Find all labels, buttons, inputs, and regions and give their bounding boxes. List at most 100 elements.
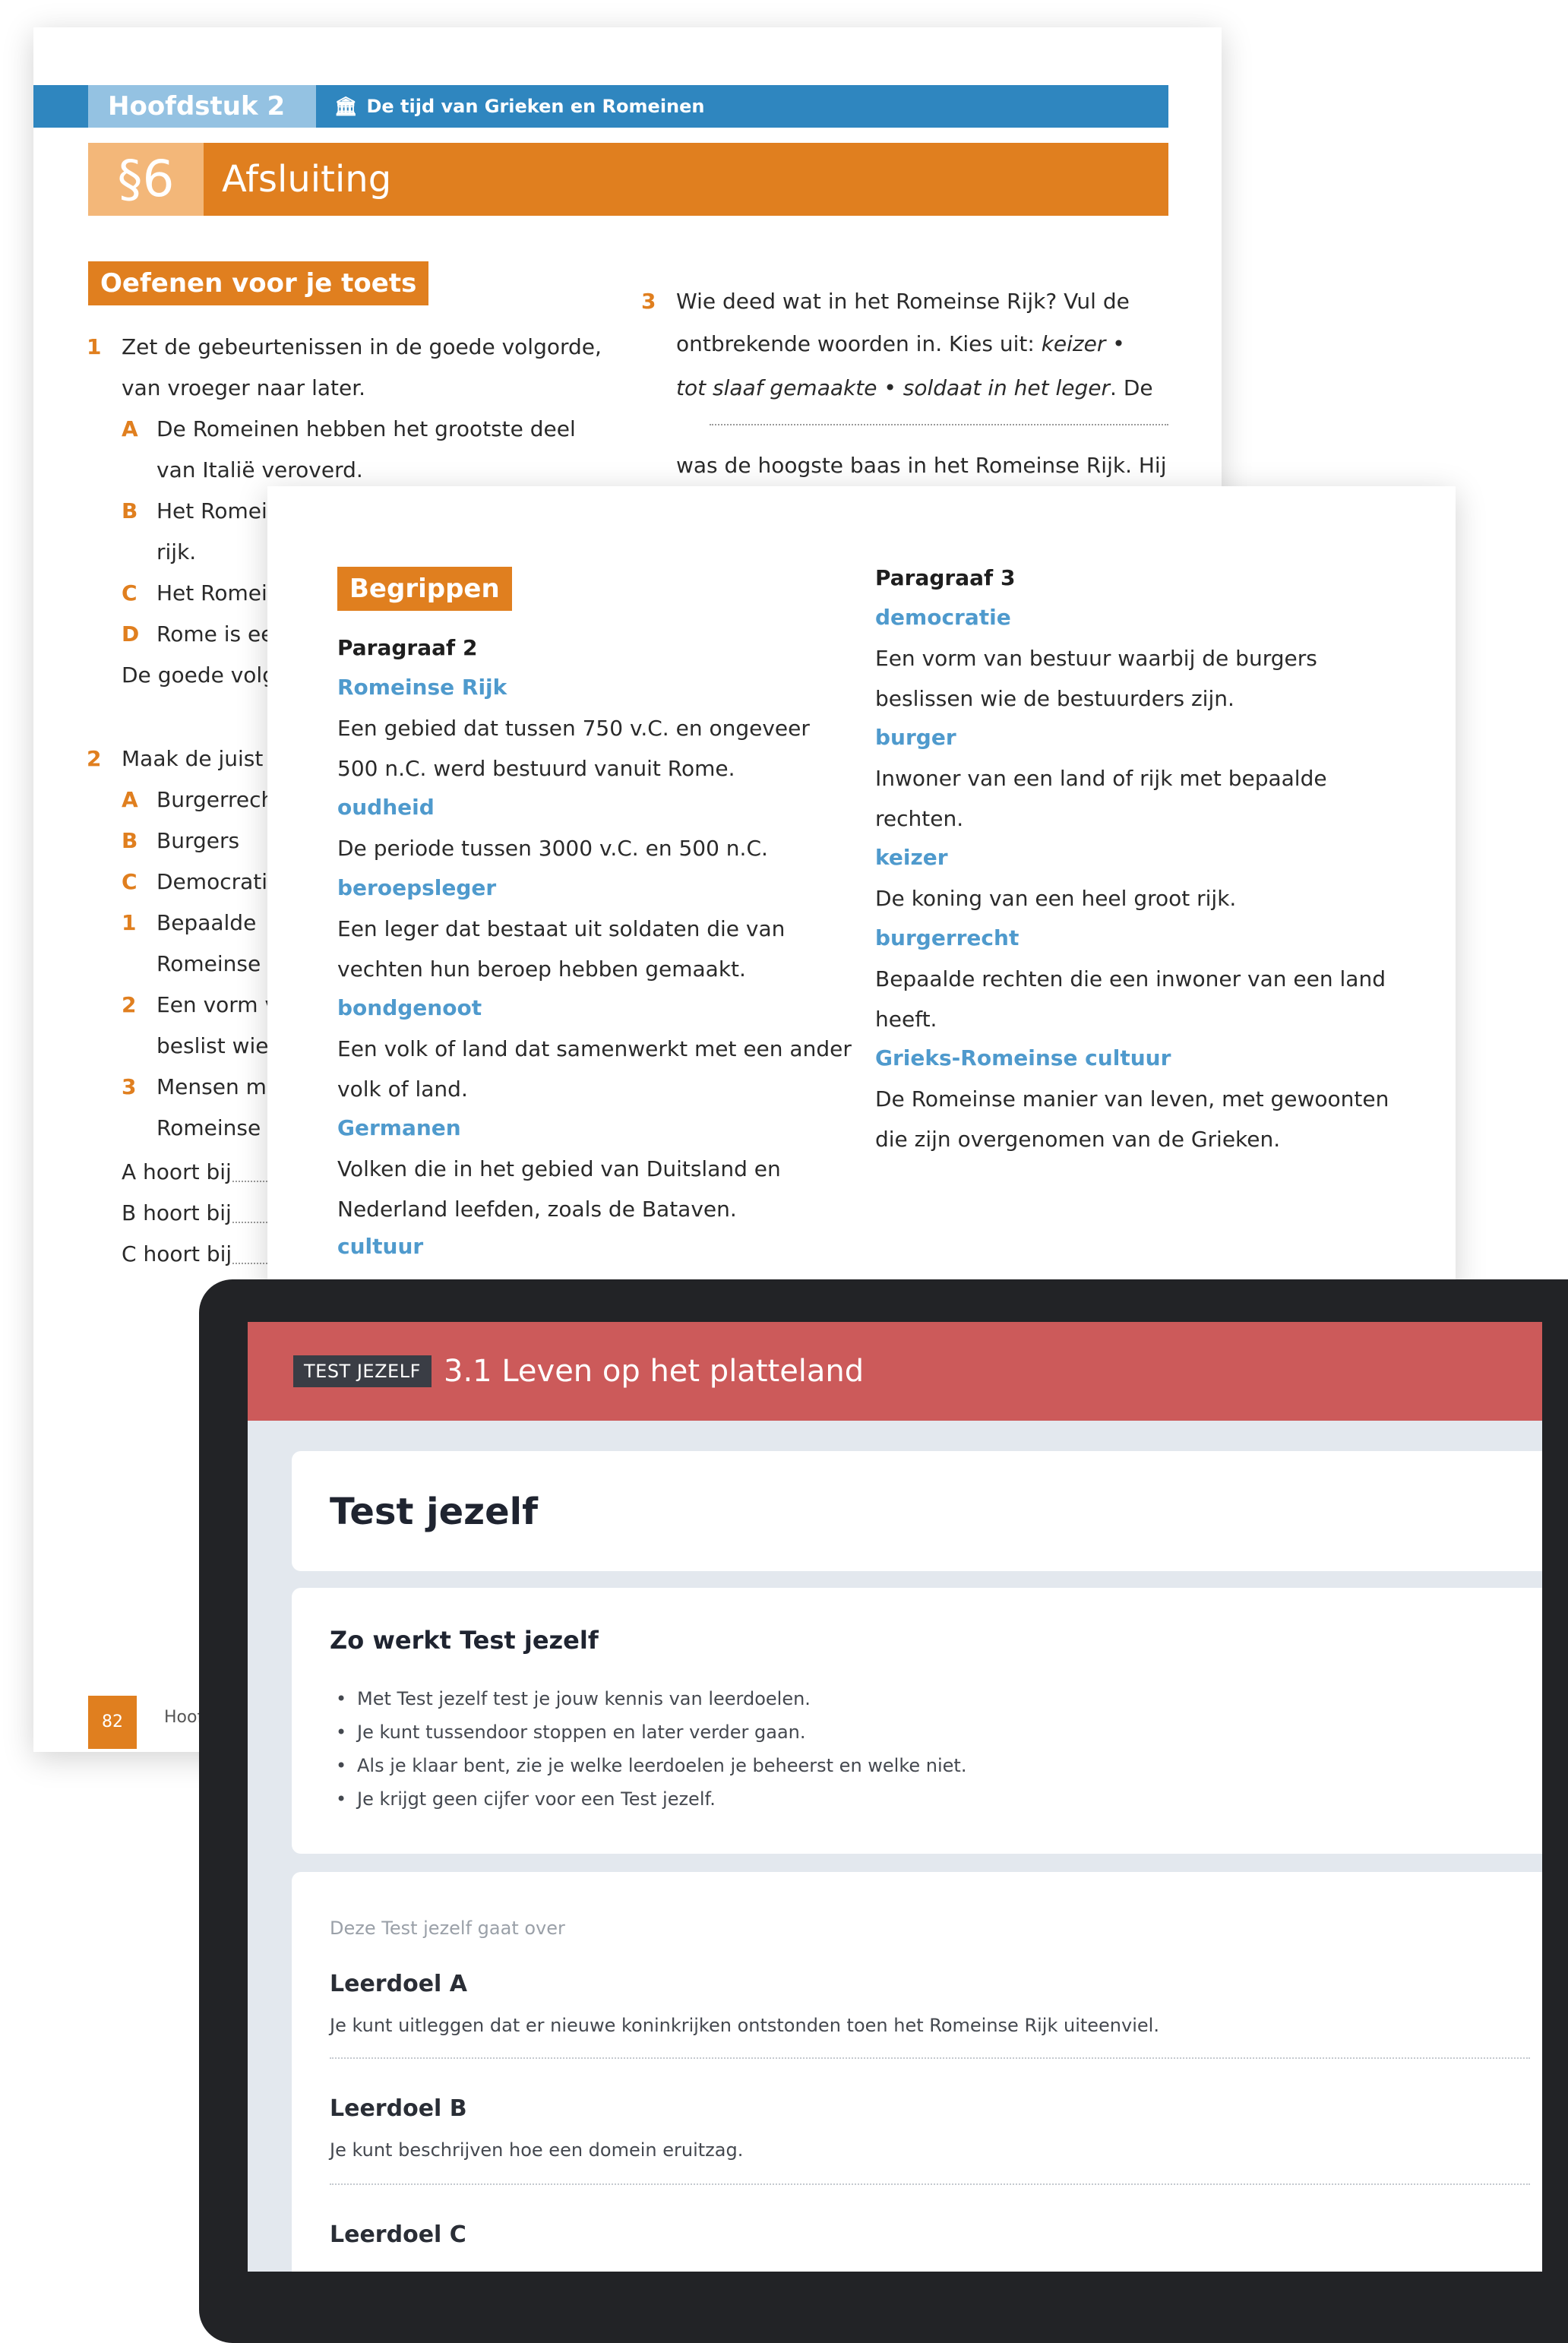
separator bbox=[330, 2183, 1530, 2185]
def-burgerrecht-2: heeft. bbox=[875, 1007, 937, 1032]
q1-option-c: Het Romei bbox=[156, 580, 267, 606]
q2-option-b: Burgers bbox=[156, 828, 240, 853]
q3-line1: Wie deed wat in het Romeinse Rijk? Vul d… bbox=[676, 289, 1130, 314]
def-grieks-romeinse-cultuur-1: De Romeinse manier van leven, met gewoon… bbox=[875, 1086, 1389, 1111]
term-bondgenoot: bondgenoot bbox=[337, 995, 482, 1020]
term-cultuur: cultuur bbox=[337, 1234, 424, 1259]
q2-num-2: 2 bbox=[122, 992, 137, 1017]
q3-line2: ontbrekende woorden in. Kies uit: keizer… bbox=[676, 324, 1125, 365]
leerdoel-b-title: Leerdoel B bbox=[330, 2095, 467, 2122]
def-democratie-2: beslissen wie de bestuurders zijn. bbox=[875, 686, 1234, 711]
term-oudheid: oudheid bbox=[337, 795, 435, 820]
q1-option-a-line2: van Italië veroverd. bbox=[156, 457, 363, 482]
q1-option-b-line1: Het Romei bbox=[156, 498, 267, 523]
def-keizer: De koning van een heel groot rijk. bbox=[875, 886, 1237, 911]
q1-letter-b: B bbox=[122, 498, 138, 523]
q1-letter-d: D bbox=[122, 621, 140, 647]
how-it-works-bullet-2: Je kunt tussendoor stoppen en later verd… bbox=[336, 1722, 806, 1743]
q1-line2: van vroeger naar later. bbox=[122, 375, 366, 400]
q2-letter-c: C bbox=[122, 869, 138, 894]
learning-goals-intro: Deze Test jezelf gaat over bbox=[330, 1918, 565, 1939]
term-grieks-romeinse-cultuur: Grieks-Romeinse cultuur bbox=[875, 1045, 1171, 1070]
q3-fill-line[interactable] bbox=[710, 424, 1168, 425]
def-burger-1: Inwoner van een land of rijk met bepaald… bbox=[875, 766, 1327, 791]
q2-num-3: 3 bbox=[122, 1074, 137, 1099]
leerdoel-a-title: Leerdoel A bbox=[330, 1971, 467, 1997]
q2-item-1-line1: Bepaalde bbox=[156, 910, 257, 935]
separator bbox=[330, 2057, 1530, 2059]
page-number: 82 bbox=[88, 1696, 137, 1749]
paragraaf-2-heading: Paragraaf 2 bbox=[337, 635, 478, 660]
term-burger: burger bbox=[875, 725, 956, 750]
q2-answer-a-line[interactable] bbox=[232, 1181, 267, 1182]
q2-option-c: Democrati bbox=[156, 869, 268, 894]
q2-num-1: 1 bbox=[122, 910, 137, 935]
how-it-works-card: Zo werkt Test jezelf Met Test jezelf tes… bbox=[292, 1588, 1542, 1854]
paragraaf-3-heading: Paragraaf 3 bbox=[875, 565, 1016, 590]
q1-answer: De goede volg bbox=[122, 662, 276, 688]
q3-bullet-1: • bbox=[1105, 331, 1125, 356]
def-burgerrecht-1: Bepaalde rechten die een inwoner van een… bbox=[875, 966, 1386, 991]
def-bondgenoot-1: Een volk of land dat samenwerkt met een … bbox=[337, 1036, 852, 1061]
q2-line1: Maak de juist bbox=[122, 746, 264, 771]
q1-line1: Zet de gebeurtenissen in de goede volgor… bbox=[122, 334, 602, 359]
term-democratie: democratie bbox=[875, 605, 1011, 630]
page-footer: Hoof bbox=[164, 1708, 204, 1727]
term-romeinse-rijk: Romeinse Rijk bbox=[337, 675, 507, 700]
q3-choice-keizer: keizer bbox=[1041, 331, 1106, 356]
def-beroepsleger-1: Een leger dat bestaat uit soldaten die v… bbox=[337, 916, 786, 941]
q2-number: 2 bbox=[87, 746, 102, 771]
section-banner: §6 Afsluiting bbox=[88, 143, 1168, 216]
section-title: Afsluiting bbox=[222, 158, 392, 201]
chapter-title: 🏛 De tijd van Grieken en Romeinen bbox=[334, 85, 705, 128]
begrippen-tag: Begrippen bbox=[337, 567, 512, 611]
term-keizer: keizer bbox=[875, 845, 948, 870]
textbook-page-2: Begrippen Paragraaf 2 Romeinse Rijk Een … bbox=[267, 486, 1456, 1292]
q1-option-d: Rome is ee bbox=[156, 621, 274, 647]
temple-icon: 🏛 bbox=[334, 96, 358, 117]
q2-item-3-line2: Romeinse bbox=[156, 1115, 261, 1140]
q3-number: 3 bbox=[641, 289, 656, 314]
q2-answer-c: C hoort bij bbox=[122, 1241, 232, 1266]
how-it-works-bullet-1: Met Test jezelf test je jouw kennis van … bbox=[336, 1688, 811, 1709]
q1-letter-c: C bbox=[122, 580, 138, 606]
how-it-works-bullet-3: Als je klaar bent, zie je welke leerdoel… bbox=[336, 1755, 966, 1776]
test-jezelf-badge: TEST JEZELF bbox=[293, 1355, 432, 1387]
term-beroepsleger: beroepsleger bbox=[337, 875, 497, 900]
q2-answer-c-line[interactable] bbox=[232, 1263, 267, 1264]
q1-option-a-line1: De Romeinen hebben het grootste deel bbox=[156, 416, 576, 441]
chapter-title-text: De tijd van Grieken en Romeinen bbox=[366, 96, 705, 117]
q2-item-2-line2: beslist wie bbox=[156, 1033, 269, 1058]
title-card: Test jezelf bbox=[292, 1451, 1542, 1571]
term-germanen: Germanen bbox=[337, 1115, 461, 1140]
def-bondgenoot-2: volk of land. bbox=[337, 1077, 468, 1102]
q2-option-a: Burgerrech bbox=[156, 787, 275, 812]
def-grieks-romeinse-cultuur-2: die zijn overgenomen van de Grieken. bbox=[875, 1127, 1281, 1152]
def-oudheid: De periode tussen 3000 v.C. en 500 n.C. bbox=[337, 836, 768, 861]
q2-letter-a: A bbox=[122, 787, 138, 812]
def-romeinse-rijk-2: 500 n.C. werd bestuurd vanuit Rome. bbox=[337, 756, 735, 781]
q3-choice-soldaat: soldaat in het leger bbox=[903, 375, 1111, 400]
learning-goals-card: Deze Test jezelf gaat over Leerdoel A Je… bbox=[292, 1872, 1542, 2272]
q2-item-2-line1: Een vorm v bbox=[156, 992, 278, 1017]
q2-item-1-line2: Romeinse bbox=[156, 951, 261, 976]
q1-number: 1 bbox=[87, 334, 102, 359]
chapter-label: Hoofdstuk 2 bbox=[88, 85, 316, 128]
q2-answer-a: A hoort bij bbox=[122, 1159, 232, 1184]
how-it-works-title: Zo werkt Test jezelf bbox=[330, 1626, 599, 1655]
screen-header: TEST JEZELF 3.1 Leven op het platteland bbox=[248, 1322, 1542, 1421]
leerdoel-a-text: Je kunt uitleggen dat er nieuwe koninkri… bbox=[330, 2015, 1159, 2036]
q2-letter-b: B bbox=[122, 828, 138, 853]
def-germanen-2: Nederland leefden, zoals de Bataven. bbox=[337, 1197, 737, 1222]
leerdoel-c-title: Leerdoel C bbox=[330, 2221, 466, 2248]
def-beroepsleger-2: vechten hun beroep hebben gemaakt. bbox=[337, 956, 746, 982]
q2-answer-b: B hoort bij bbox=[122, 1200, 232, 1225]
test-jezelf-title: Test jezelf bbox=[330, 1491, 538, 1533]
lesson-title: 3.1 Leven op het platteland bbox=[444, 1354, 865, 1389]
def-burger-2: rechten. bbox=[875, 806, 964, 831]
def-democratie-1: Een vorm van bestuur waarbij de burgers bbox=[875, 646, 1317, 671]
q3-line3-end: . De bbox=[1110, 375, 1153, 400]
exercise-tag: Oefenen voor je toets bbox=[88, 261, 429, 305]
q2-answer-b-line[interactable] bbox=[232, 1222, 267, 1223]
q1-letter-a: A bbox=[122, 416, 138, 441]
